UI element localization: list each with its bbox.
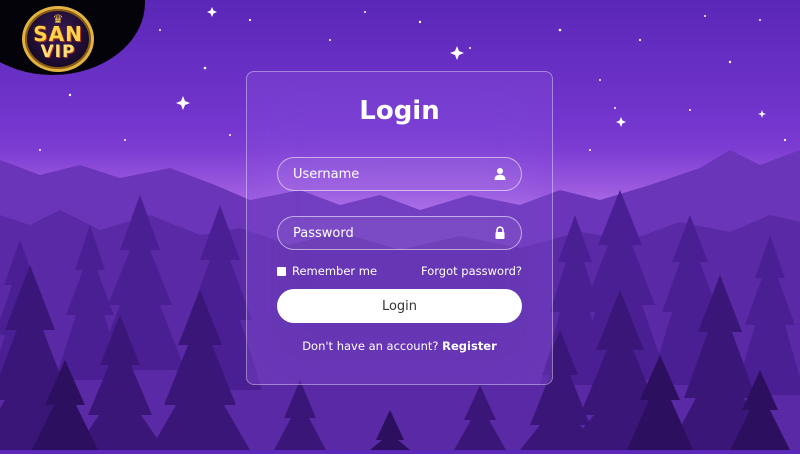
- login-card: Login Remember me Forgot password? Login…: [246, 71, 553, 385]
- username-field[interactable]: [277, 157, 522, 191]
- remember-me-checkbox[interactable]: [277, 266, 286, 276]
- user-icon: [494, 168, 506, 180]
- username-input[interactable]: [278, 158, 521, 190]
- register-prompt-text: Don't have an account?: [302, 339, 439, 353]
- remember-me-toggle[interactable]: Remember me: [277, 264, 377, 278]
- forgot-password-link[interactable]: Forgot password?: [421, 264, 522, 278]
- remember-me-label: Remember me: [292, 264, 378, 278]
- logo-text-top: SAN: [33, 21, 83, 46]
- logo-text-bottom: VIP: [40, 41, 76, 62]
- login-options-row: Remember me Forgot password?: [277, 264, 522, 280]
- register-link[interactable]: Register: [442, 339, 497, 353]
- brand-logo[interactable]: ♛ SAN VIP: [22, 6, 94, 72]
- password-input[interactable]: [278, 217, 521, 249]
- login-title: Login: [359, 96, 440, 126]
- login-button[interactable]: Login: [277, 289, 522, 323]
- register-prompt: Don't have an account? Register: [247, 339, 552, 353]
- password-field[interactable]: [277, 216, 522, 250]
- lock-icon: [495, 226, 505, 239]
